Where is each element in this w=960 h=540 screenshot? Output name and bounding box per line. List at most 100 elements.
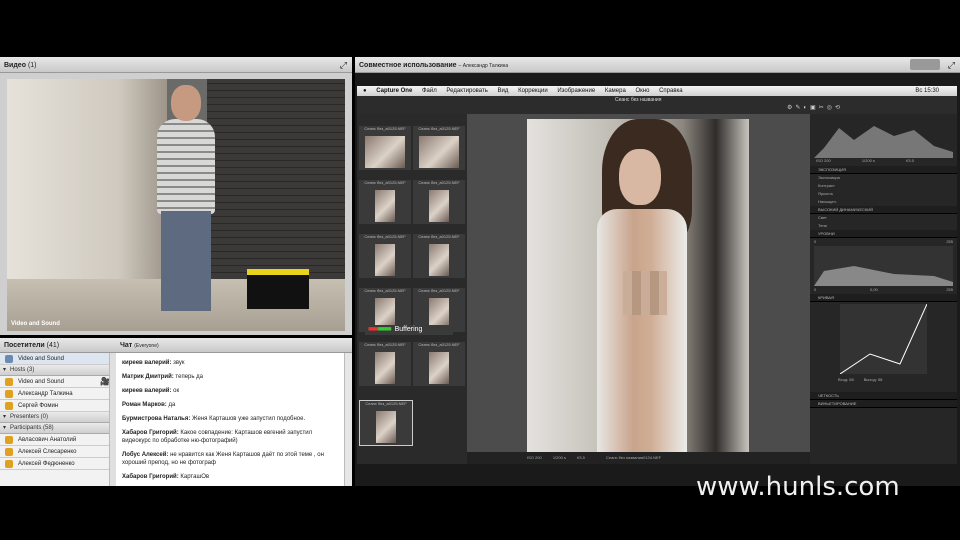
highlight-slider[interactable]: Свет bbox=[810, 214, 957, 222]
host-item[interactable]: Сергей Фомин bbox=[0, 400, 116, 412]
histogram bbox=[814, 118, 953, 158]
chat-message: Хабаров Григорий: Какое совпадение: Карт… bbox=[122, 430, 313, 444]
participants-section[interactable]: Participants (58) bbox=[0, 423, 116, 434]
video-panel-header: Видео (1) ⤢ bbox=[0, 57, 352, 73]
user-icon bbox=[5, 378, 13, 386]
curve-section[interactable]: КРИВАЯ bbox=[810, 294, 957, 302]
menu-camera[interactable]: Камера bbox=[605, 88, 626, 94]
chat-body: киреев валерий: звук Матрик Дмитрий: теп… bbox=[116, 353, 352, 486]
photo-face bbox=[619, 149, 661, 205]
user-icon bbox=[5, 460, 13, 468]
chat-message: киреев валерий: звук bbox=[122, 360, 185, 366]
participant-item[interactable]: Авласович Анатолий bbox=[0, 434, 116, 446]
visitors-header: Посетители (41) bbox=[0, 338, 116, 353]
menubar-clock: Вс 15:30 bbox=[915, 88, 939, 94]
thumbnail[interactable]: Сеанс без_a0125.NEF bbox=[413, 180, 465, 224]
share-panel-title: Совместное использование – Александр Тал… bbox=[359, 62, 509, 69]
presenter-legs bbox=[161, 211, 211, 311]
thumbnail[interactable]: Сеанс без_a0125.NEF bbox=[359, 234, 411, 278]
chat-message: Роман Марков: да bbox=[122, 402, 176, 408]
levels-range: 0 255 bbox=[814, 239, 953, 244]
app-toolbar: Сеанс без названия ⚙✎◐▣✂◎⟲ bbox=[357, 96, 957, 115]
viewer-bottom-bar: ISO 200 1/200 s f/3.5 Сеанс без названия… bbox=[467, 452, 810, 464]
menu-file[interactable]: Файл bbox=[422, 88, 437, 94]
chat-message: Хабаров Григорий: КарташОв bbox=[122, 474, 210, 480]
exposure-section[interactable]: ЭКСПОЗИЦИЯ bbox=[810, 166, 957, 174]
hist-info: ISO 200 1/200 s f/3.5 bbox=[816, 158, 914, 163]
yellow-case bbox=[247, 269, 309, 309]
thumbnail[interactable]: Сеанс без_a0125.NEF bbox=[413, 234, 465, 278]
fullscreen-icon[interactable]: ⤢ bbox=[948, 60, 955, 71]
levels-histogram bbox=[814, 246, 953, 286]
menu-image[interactable]: Изображение bbox=[557, 88, 595, 94]
host-item[interactable]: Александр Талкина bbox=[0, 388, 116, 400]
user-icon bbox=[5, 390, 13, 398]
chat-message: Матрик Дмитрий: теперь да bbox=[122, 374, 203, 380]
share-panel-header: Совместное использование – Александр Тал… bbox=[355, 57, 960, 73]
menu-edit[interactable]: Редактировать bbox=[446, 88, 487, 94]
video-frame: Video and Sound bbox=[0, 73, 352, 335]
presenter-head bbox=[171, 85, 201, 121]
levels-section[interactable]: УРОВНИ bbox=[810, 230, 957, 238]
video-panel-title: Видео (1) bbox=[4, 62, 37, 69]
levels-values: 0 0,00 255 bbox=[814, 287, 953, 292]
doc-title: Сеанс без названия bbox=[615, 97, 662, 103]
curve-graph[interactable] bbox=[839, 303, 928, 375]
thumbnail[interactable]: Сеанс без_a0125.NEF bbox=[413, 342, 465, 386]
thumbnail-selected[interactable]: Сеанс без_a0125.NEF bbox=[359, 400, 413, 446]
participant-item[interactable]: Алексей Федюненко bbox=[0, 458, 116, 470]
thumbnail[interactable]: Сеанс без_a0125.NEF bbox=[359, 180, 411, 224]
camera-icon bbox=[5, 355, 13, 363]
list-item-video-sound[interactable]: Video and Sound bbox=[0, 353, 116, 365]
vignette-section[interactable]: ВИНЬЕТИРОВАНИЕ bbox=[810, 400, 957, 408]
user-icon bbox=[5, 448, 13, 456]
participant-item[interactable]: Алексей Слесаренко bbox=[0, 446, 116, 458]
exposure-slider[interactable]: Экспозиция bbox=[810, 174, 957, 182]
chat-message: киреев валерий: ок bbox=[122, 388, 180, 394]
menu-view[interactable]: Вид bbox=[498, 88, 509, 94]
video-image: Video and Sound bbox=[7, 79, 345, 331]
chat-title: Чат (Everyone) bbox=[120, 342, 159, 349]
adjustments-panel: ISO 200 1/200 s f/3.5 ЭКСПОЗИЦИЯ Экспози… bbox=[810, 114, 957, 464]
shadow-slider[interactable]: Тени bbox=[810, 222, 957, 230]
photo-body bbox=[597, 209, 687, 452]
filmstrip: Сеанс без_a0125.NEF Сеанс без_a0125.NEF … bbox=[357, 114, 467, 464]
censor-pixels bbox=[623, 271, 667, 315]
toolbar-icons[interactable]: ⚙✎◐▣✂◎⟲ bbox=[787, 104, 843, 111]
apple-icon[interactable]: ● bbox=[363, 88, 367, 94]
view-toggle-icon[interactable] bbox=[910, 59, 940, 70]
buffering-indicator: ■■■■■■■ Buffering bbox=[365, 325, 453, 335]
watermark: www.hunls.com bbox=[696, 472, 900, 502]
visitors-scrollbar[interactable] bbox=[109, 353, 116, 486]
chat-scrollbar[interactable] bbox=[344, 353, 352, 486]
curve-values: Вход: 58 Выход: 58 bbox=[838, 377, 883, 382]
brick-wall bbox=[207, 79, 345, 279]
chat-header: Чат (Everyone) bbox=[116, 338, 352, 353]
fullscreen-icon[interactable]: ⤢ bbox=[340, 60, 347, 71]
user-icon bbox=[5, 402, 13, 410]
menu-window[interactable]: Окно bbox=[635, 88, 649, 94]
menu-help[interactable]: Справка bbox=[659, 88, 683, 94]
histogram-graph bbox=[814, 126, 953, 158]
visitors-list: Video and Sound Hosts (3) Video and Soun… bbox=[0, 353, 116, 486]
brightness-slider[interactable]: Яркость bbox=[810, 190, 957, 198]
menu-app[interactable]: Capture One bbox=[376, 88, 412, 94]
chat-message: Лобус Алексей: не нравится как Женя Карт… bbox=[122, 452, 324, 466]
visitors-title: Посетители (41) bbox=[4, 342, 60, 349]
user-icon bbox=[5, 436, 13, 444]
mac-menubar: ● Capture One Файл Редактировать Вид Кор… bbox=[357, 86, 957, 96]
presenters-section[interactable]: Presenters (0) bbox=[0, 412, 116, 423]
host-item[interactable]: Video and Sound 🎥 bbox=[0, 376, 116, 388]
saturation-slider[interactable]: Насыщен. bbox=[810, 198, 957, 206]
contrast-slider[interactable]: Контраст bbox=[810, 182, 957, 190]
thumbnail[interactable]: Сеанс без_a0125.NEF bbox=[413, 126, 465, 170]
main-photo bbox=[527, 119, 749, 452]
menu-adjust[interactable]: Коррекции bbox=[518, 88, 548, 94]
hdr-section[interactable]: ВЫСОКИЙ ДИНАМИЧЕСКИЙ bbox=[810, 206, 957, 214]
thumbnail[interactable]: Сеанс без_a0125.NEF bbox=[359, 342, 411, 386]
sharpness-section[interactable]: ЧЕТКОСТЬ bbox=[810, 392, 957, 400]
thumbnail[interactable]: Сеанс без_a0125.NEF bbox=[359, 126, 411, 170]
hosts-section[interactable]: Hosts (3) bbox=[0, 365, 116, 376]
buffering-dots: ■■■ bbox=[368, 326, 379, 333]
presenter-torso bbox=[157, 119, 215, 214]
